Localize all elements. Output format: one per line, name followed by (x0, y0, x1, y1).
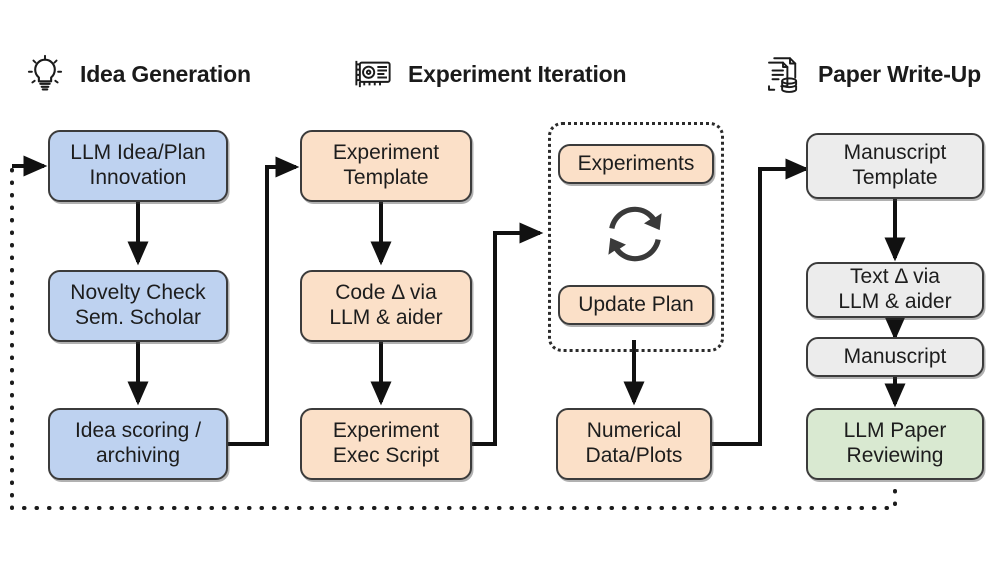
node-line: Manuscript (843, 141, 947, 165)
column-header-label: Experiment Iteration (408, 60, 627, 87)
column-header-label: Paper Write-Up (818, 60, 981, 87)
node-novelty-check[interactable]: Novelty Check Sem. Scholar (48, 270, 228, 342)
node-numerical-data-plots[interactable]: Numerical Data/Plots (556, 408, 712, 480)
node-line: Code Δ via (335, 281, 437, 305)
node-experiments[interactable]: Experiments (558, 144, 714, 184)
node-line: archiving (95, 444, 181, 467)
node-line: Template (852, 166, 938, 189)
node-experiment-template[interactable]: Experiment Template (300, 130, 472, 202)
column-header-label: Idea Generation (80, 60, 251, 87)
node-line: Sem. Scholar (74, 306, 202, 329)
gpu-card-icon (355, 60, 391, 88)
node-manuscript[interactable]: Manuscript (806, 337, 984, 377)
lightbulb-icon (27, 54, 63, 91)
node-text-delta-via-llm-aider[interactable]: Text Δ via LLM & aider (806, 262, 984, 318)
column-header-idea-generation: Idea Generation (24, 48, 251, 100)
node-experiment-exec-script[interactable]: Experiment Exec Script (300, 408, 472, 480)
node-llm-idea-plan-innovation[interactable]: LLM Idea/Plan Innovation (48, 130, 228, 202)
edge-execscript-to-experiments-loop (472, 222, 544, 446)
node-line: LLM & aider (329, 306, 443, 329)
node-line: LLM Paper (843, 419, 947, 443)
diagram-canvas: Idea Generation Experiment Iteration Pap… (0, 0, 1000, 562)
refresh-cycle-icon (608, 206, 662, 262)
node-line: Exec Script (332, 444, 440, 467)
column-header-paper-write-up: Paper Write-Up (762, 48, 981, 100)
node-llm-paper-reviewing[interactable]: LLM Paper Reviewing (806, 408, 984, 480)
node-line: Numerical (586, 419, 682, 443)
node-line: Experiments (577, 151, 695, 175)
node-line: Experiment (332, 141, 440, 165)
node-line: LLM Idea/Plan (70, 141, 206, 165)
node-line: Manuscript (843, 344, 947, 368)
node-line: Text Δ via (850, 265, 940, 289)
edge-numerical-to-manuscript-template (712, 158, 810, 446)
node-line: Reviewing (846, 444, 944, 467)
node-line: Experiment (332, 419, 440, 443)
column-header-experiment-iteration: Experiment Iteration (352, 48, 627, 100)
node-line: Template (343, 166, 429, 189)
edge-scoring-to-experiment-template (228, 156, 300, 446)
node-line: Idea scoring / (74, 419, 202, 443)
node-manuscript-template[interactable]: Manuscript Template (806, 133, 984, 199)
document-database-icon (768, 57, 798, 93)
node-line: Innovation (89, 166, 187, 189)
node-code-delta-via-llm-aider[interactable]: Code Δ via LLM & aider (300, 270, 472, 342)
node-update-plan[interactable]: Update Plan (558, 285, 714, 325)
node-line: Novelty Check (70, 281, 206, 305)
node-line: Update Plan (578, 292, 694, 316)
node-line: LLM & aider (838, 290, 952, 313)
node-idea-scoring-archiving[interactable]: Idea scoring / archiving (48, 408, 228, 480)
node-line: Data/Plots (585, 444, 683, 467)
